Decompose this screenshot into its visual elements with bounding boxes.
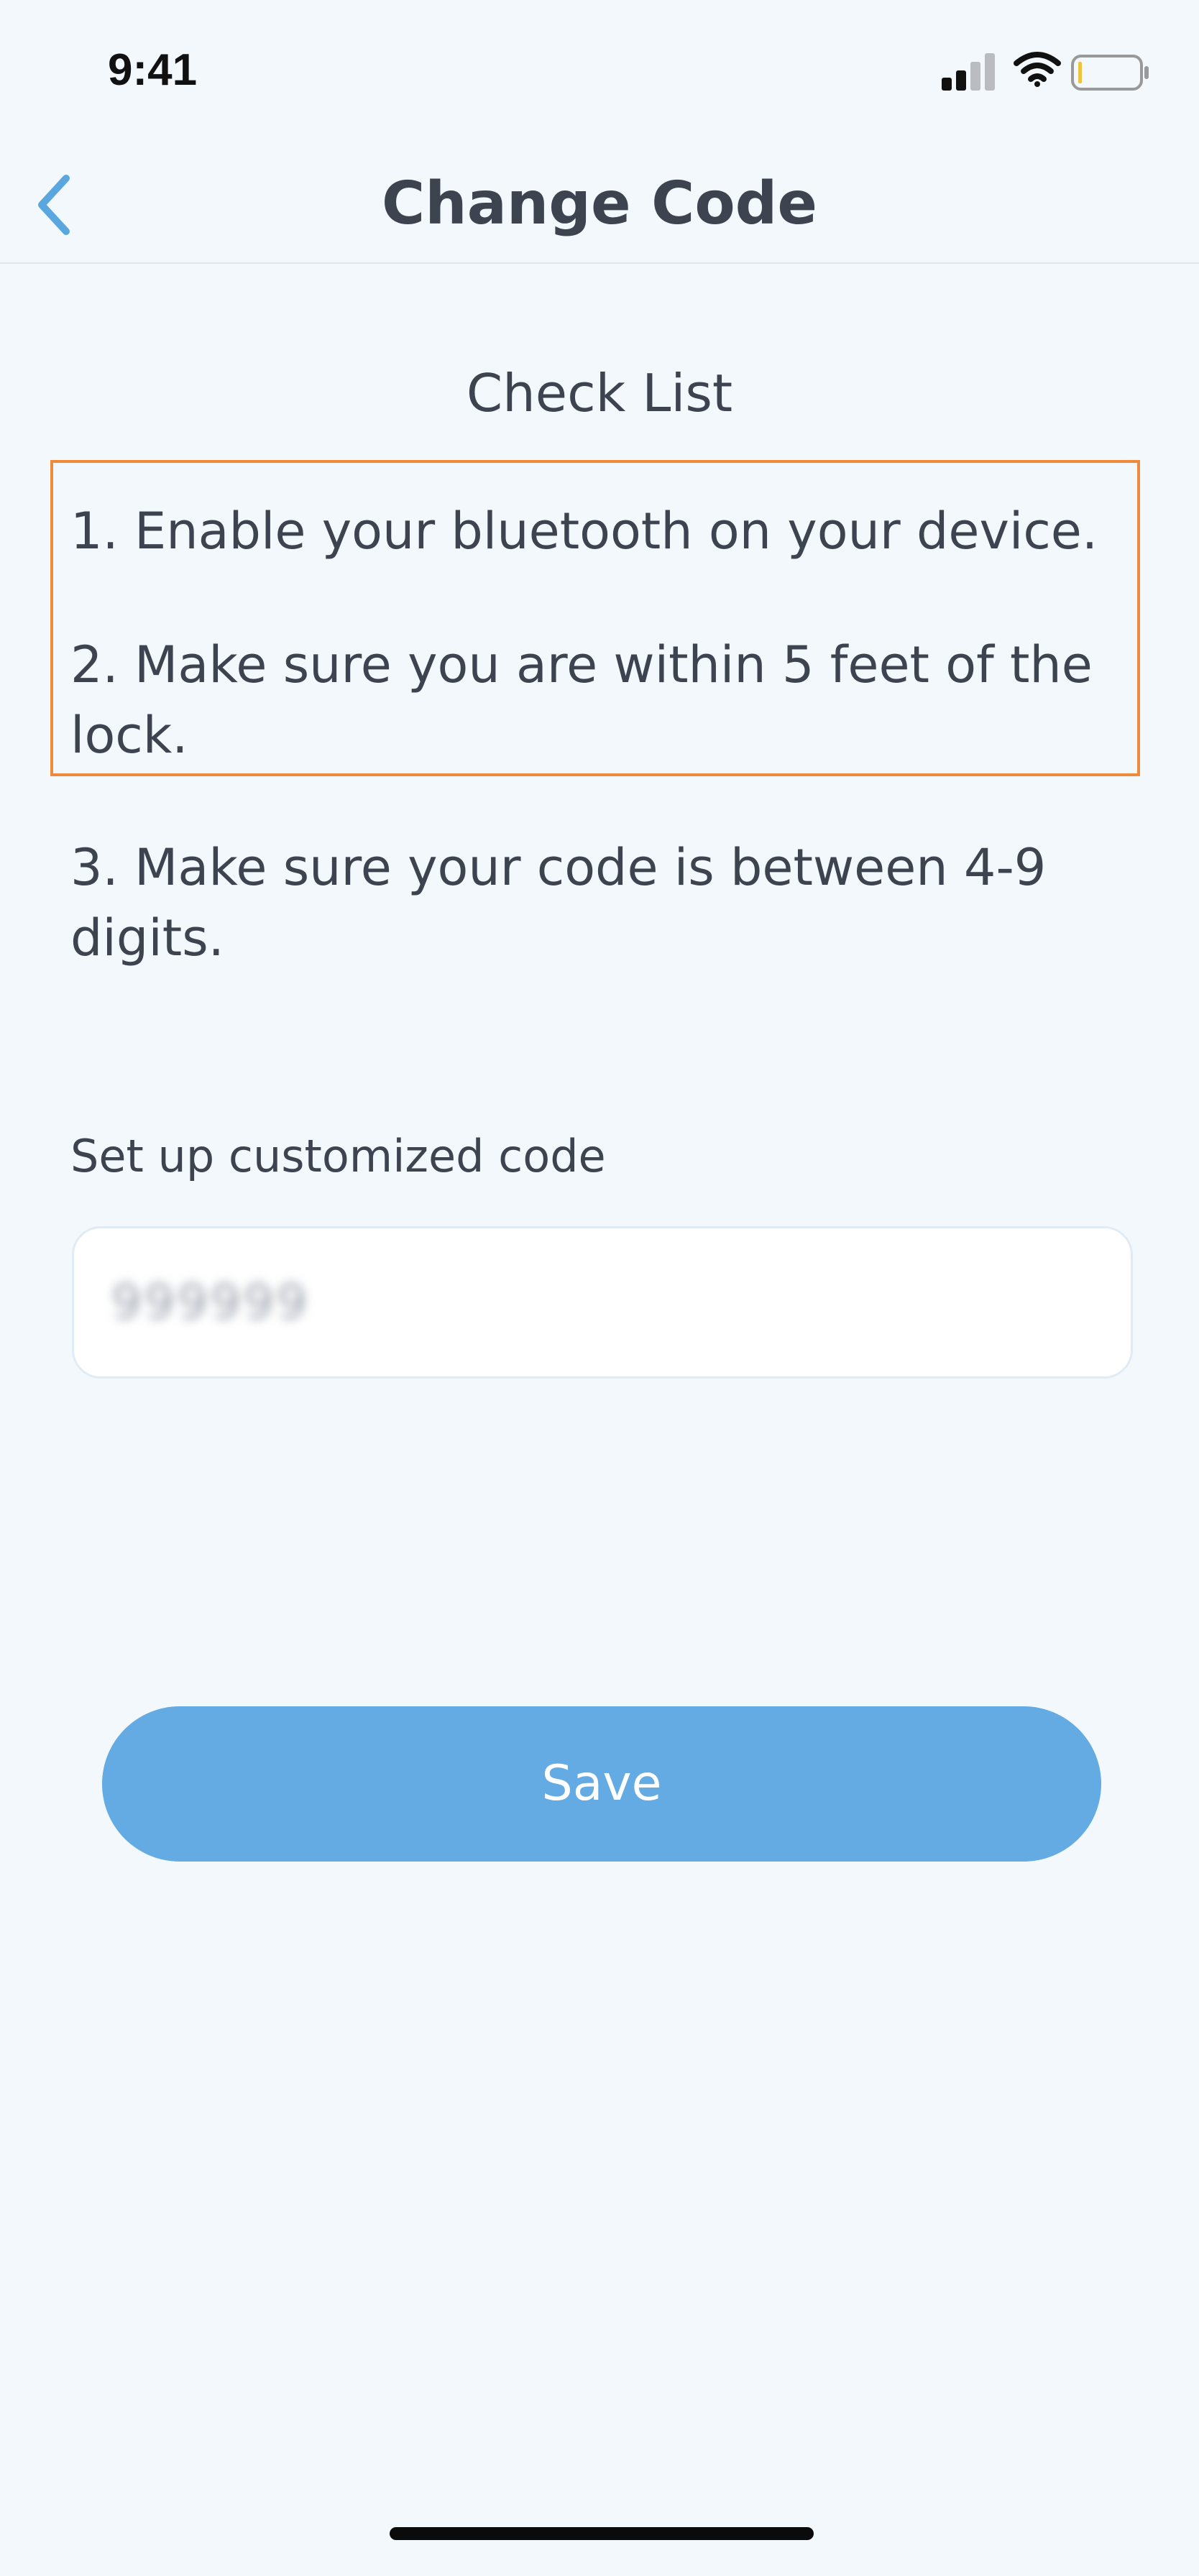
status-time: 9:41 [108,45,198,95]
signal-icon [942,50,999,91]
checklist-item: 2. Make sure you are within 5 feet of th… [70,635,1093,765]
page-title: Change Code [382,170,817,238]
code-field-label: Set up customized code [70,1130,606,1182]
save-button[interactable]: Save [102,1706,1101,1862]
code-input[interactable]: 999999 [72,1226,1133,1379]
home-indicator [390,2527,814,2540]
checklist-item: 3. Make sure your code is between 4-9 di… [70,838,1047,967]
checklist-item: 1. Enable your bluetooth on your device. [70,502,1098,561]
code-input-value: 999999 [111,1274,310,1330]
wifi-icon [1014,52,1061,87]
checklist-heading: Check List [466,363,733,423]
nav-bar: Change Code [0,144,1199,264]
battery-icon [1071,55,1149,91]
